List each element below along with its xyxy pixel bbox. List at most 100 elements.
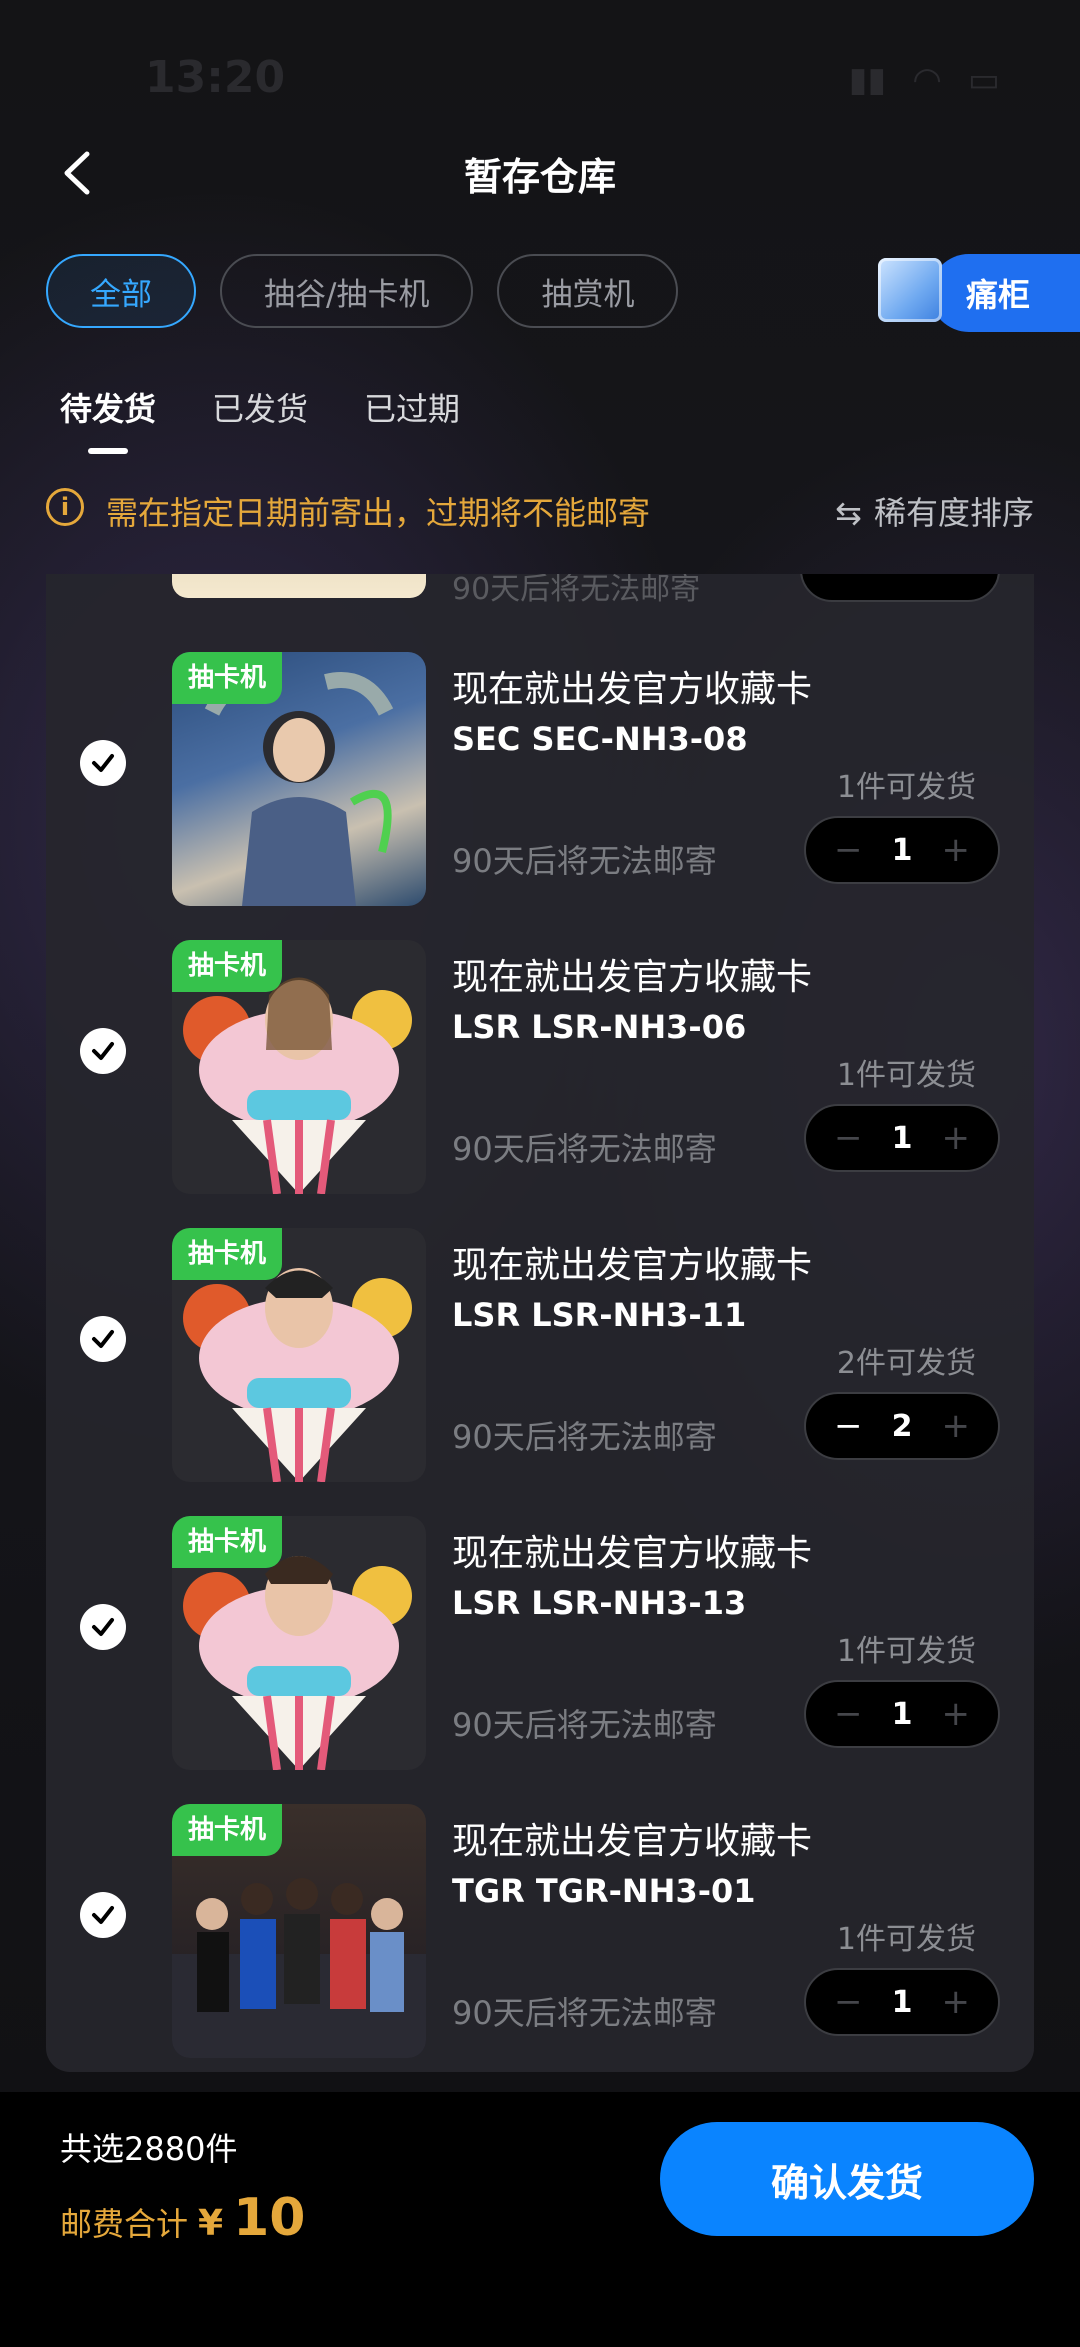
status-tabs: 待发货 已发货 已过期 xyxy=(60,384,460,430)
item-expiry: 90天后将无法邮寄 xyxy=(452,1418,717,1456)
item-available: 1件可发货 xyxy=(836,1922,976,1957)
item-available: 1件可发货 xyxy=(836,1634,976,1669)
checkmark-icon xyxy=(92,1330,114,1348)
item-available: 1件可发货 xyxy=(836,770,976,805)
item-name: 现在就出发官方收藏卡 xyxy=(452,957,813,998)
item-thumbnail[interactable]: 抽卡机 xyxy=(172,940,426,1194)
list-item: 抽卡机 现在就出发官方收藏卡 LSR LSR-NH3-11 2件可发货 90天后… xyxy=(46,1208,1034,1482)
decrement-button[interactable]: − xyxy=(834,1118,863,1158)
quantity-value: 1 xyxy=(891,1984,913,2020)
item-tag: 抽卡机 xyxy=(172,1804,283,1856)
confirm-shipment-button[interactable]: 确认发货 xyxy=(660,2122,1034,2236)
status-time: 13:20 xyxy=(145,52,286,103)
checkout-bar: 共选2880件 邮费合计 ¥ 10 确认发货 xyxy=(0,2092,1080,2347)
quantity-value: 1 xyxy=(891,1696,913,1732)
increment-button[interactable]: + xyxy=(942,1406,971,1446)
partial-item-expiry: 90天后将无法邮寄 xyxy=(452,574,701,607)
item-thumbnail[interactable]: 抽卡机 xyxy=(172,1804,426,2058)
list-item: 抽卡机 现在就出发官方收藏卡 LSR LSR-NH3-06 1件可发货 90天后… xyxy=(46,920,1034,1194)
status-bar: 13:20 ▮▮ ◠ ▭ xyxy=(0,52,1080,112)
item-tag: 抽卡机 xyxy=(172,940,283,992)
checkmark-icon xyxy=(92,1618,114,1636)
decrement-button[interactable]: − xyxy=(834,1982,863,2022)
cabinet-label: 痛柜 xyxy=(966,276,1031,314)
list-item: 抽卡机 现在就出发官方收藏卡 SEC SEC-NH3-08 1件可发货 90天后… xyxy=(46,632,1034,906)
tab-pending[interactable]: 待发货 xyxy=(60,384,156,430)
item-expiry: 90天后将无法邮寄 xyxy=(452,842,717,880)
nav-bar: 暂存仓库 xyxy=(0,140,1080,210)
currency-symbol: ¥ xyxy=(198,2203,224,2244)
item-tag: 抽卡机 xyxy=(172,652,283,704)
quantity-value: 1 xyxy=(891,1120,913,1156)
cabinet-button[interactable]: 痛柜 xyxy=(878,254,1080,332)
quantity-stepper: − 1 + xyxy=(804,816,1000,884)
page-title: 暂存仓库 xyxy=(463,155,616,199)
tab-expired[interactable]: 已过期 xyxy=(364,384,460,430)
item-expiry: 90天后将无法邮寄 xyxy=(452,1994,717,2032)
item-thumbnail[interactable]: 抽卡机 xyxy=(172,1516,426,1770)
notice-text: 需在指定日期前寄出，过期将不能邮寄 xyxy=(106,494,651,532)
wifi-icon: ◠ xyxy=(912,60,942,100)
selected-count: 共选2880件 xyxy=(60,2130,238,2168)
battery-icon: ▭ xyxy=(967,60,1000,100)
item-available: 2件可发货 xyxy=(836,1346,976,1381)
decrement-button[interactable]: − xyxy=(834,830,863,870)
sort-button[interactable]: ⇆ 稀有度排序 xyxy=(835,488,1034,534)
quantity-stepper: − 1 + xyxy=(804,1968,1000,2036)
item-checkbox[interactable] xyxy=(80,1028,126,1074)
increment-button[interactable]: + xyxy=(942,1118,971,1158)
checkmark-icon xyxy=(92,1906,114,1924)
increment-button[interactable]: + xyxy=(942,1694,971,1734)
info-icon: i xyxy=(46,488,84,526)
shipping-fee-amount: 10 xyxy=(233,2188,306,2248)
item-name: 现在就出发官方收藏卡 xyxy=(452,1821,813,1862)
quantity-stepper: − 2 + xyxy=(804,1392,1000,1460)
quantity-value: 1 xyxy=(891,832,913,868)
increment-button[interactable]: + xyxy=(942,1982,971,2022)
quantity-stepper: − 1 + xyxy=(804,1104,1000,1172)
item-tag: 抽卡机 xyxy=(172,1228,283,1280)
filter-chip-all[interactable]: 全部 xyxy=(46,254,196,328)
item-code: TGR TGR-NH3-01 xyxy=(452,1872,756,1910)
item-name: 现在就出发官方收藏卡 xyxy=(452,1533,813,1574)
checkmark-icon xyxy=(92,1042,114,1060)
filter-chip-prize-machine[interactable]: 抽赏机 xyxy=(497,254,679,328)
quantity-value: 2 xyxy=(891,1408,913,1444)
item-expiry: 90天后将无法邮寄 xyxy=(452,1130,717,1168)
item-checkbox[interactable] xyxy=(80,1604,126,1650)
sort-label: 稀有度排序 xyxy=(873,494,1034,532)
filter-chips: 全部 抽谷/抽卡机 抽赏机 xyxy=(46,254,679,328)
item-expiry: 90天后将无法邮寄 xyxy=(452,1706,717,1744)
checkmark-icon xyxy=(92,754,114,772)
list-item: 抽卡机 现在就出发官方收藏卡 TGR TGR-NH3-01 1件可发货 90天后… xyxy=(46,1784,1034,2058)
signal-icon: ▮▮ xyxy=(848,60,887,100)
item-code: LSR LSR-NH3-11 xyxy=(452,1296,747,1334)
item-code: LSR LSR-NH3-13 xyxy=(452,1584,747,1622)
decrement-button[interactable]: − xyxy=(834,1694,863,1734)
partial-item-thumbnail xyxy=(172,574,426,598)
cabinet-icon xyxy=(878,258,942,322)
list-item: 抽卡机 现在就出发官方收藏卡 LSR LSR-NH3-13 1件可发货 90天后… xyxy=(46,1496,1034,1770)
item-code: SEC SEC-NH3-08 xyxy=(452,720,748,758)
item-available: 1件可发货 xyxy=(836,1058,976,1093)
decrement-button[interactable]: − xyxy=(834,1406,863,1446)
item-thumbnail[interactable]: 抽卡机 xyxy=(172,1228,426,1482)
item-checkbox[interactable] xyxy=(80,1892,126,1938)
shipping-fee-label: 邮费合计 xyxy=(60,2205,189,2243)
swap-icon: ⇆ xyxy=(835,494,862,532)
item-name: 现在就出发官方收藏卡 xyxy=(452,669,813,710)
partial-item-stepper[interactable] xyxy=(800,574,1000,602)
filter-chip-card-machine[interactable]: 抽谷/抽卡机 xyxy=(220,254,474,328)
increment-button[interactable]: + xyxy=(942,830,971,870)
status-icons: ▮▮ ◠ ▭ xyxy=(849,60,1000,100)
item-checkbox[interactable] xyxy=(80,1316,126,1362)
item-name: 现在就出发官方收藏卡 xyxy=(452,1245,813,1286)
item-tag: 抽卡机 xyxy=(172,1516,283,1568)
item-checkbox[interactable] xyxy=(80,740,126,786)
item-list: 90天后将无法邮寄 抽卡机 现在就出发官方收藏卡 SEC SEC-NH3-08 … xyxy=(46,574,1034,2072)
item-code: LSR LSR-NH3-06 xyxy=(452,1008,747,1046)
notice-bar: i 需在指定日期前寄出，过期将不能邮寄 ⇆ 稀有度排序 xyxy=(46,486,1034,534)
quantity-stepper: − 1 + xyxy=(804,1680,1000,1748)
tab-shipped[interactable]: 已发货 xyxy=(212,384,308,430)
item-thumbnail[interactable]: 抽卡机 xyxy=(172,652,426,906)
